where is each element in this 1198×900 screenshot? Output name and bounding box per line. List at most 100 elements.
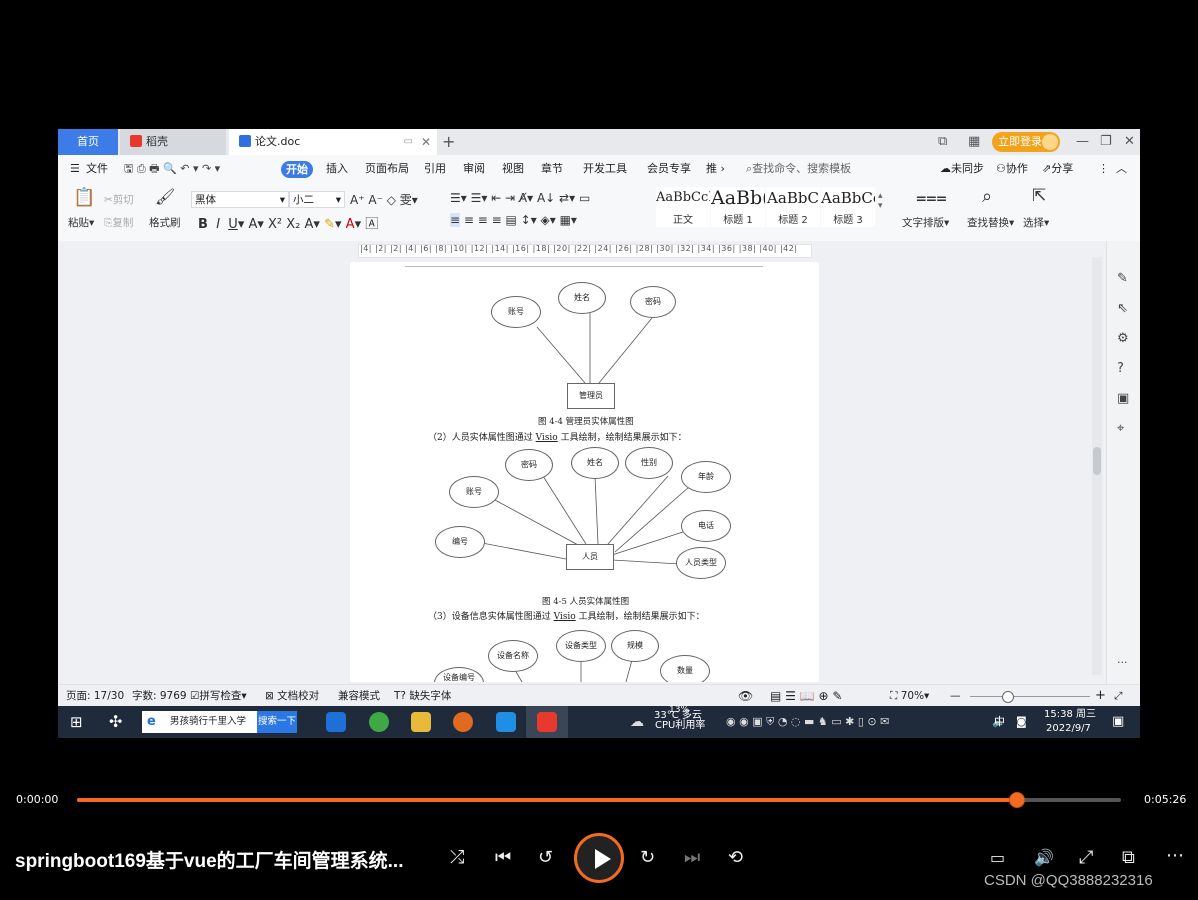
layout-icon[interactable]: ⧉ <box>938 129 947 155</box>
next-icon[interactable]: ⏭ <box>684 847 700 868</box>
close-window-icon[interactable]: ✕ <box>1124 129 1135 155</box>
taskbar-search[interactable]: e 男孩骑行千里入学 搜索一下 <box>142 711 297 733</box>
word-count[interactable]: 字数: 9769 <box>132 685 187 707</box>
zoom-slider[interactable] <box>970 696 1090 697</box>
zoom-out-icon[interactable]: — <box>950 685 961 707</box>
play-button[interactable] <box>574 833 624 883</box>
ie-browser-icon[interactable] <box>326 712 346 732</box>
style-heading-1[interactable]: AaBb( 标题 1 <box>711 187 765 227</box>
menu-chapter[interactable]: 章节 <box>541 155 563 183</box>
sync-status[interactable]: ☁未同步 <box>940 155 984 183</box>
menu-page-layout[interactable]: 页面布局 <box>365 155 409 183</box>
close-tab-icon[interactable]: ✕ <box>421 129 431 155</box>
repeat-off-icon[interactable]: ⟲ <box>728 847 743 868</box>
previous-icon[interactable]: ⏮ <box>495 847 511 868</box>
cursor-select-icon[interactable]: ⇱ <box>1032 186 1046 206</box>
clock-date[interactable]: 2022/9/7 <box>1046 713 1091 738</box>
tab-home[interactable]: 首页 <box>58 129 118 155</box>
paragraph-tools[interactable]: ≡ ≡ ≡ ≡ ▤ ↕▾ ◈▾ ▦▾ <box>450 213 577 227</box>
style-normal[interactable]: AaBbCcI 正文 <box>656 187 710 227</box>
more-dots-icon[interactable]: ··· <box>1117 656 1128 669</box>
rewind-10-icon[interactable]: ↺ <box>538 847 553 868</box>
more-icon[interactable]: ⋯ <box>1166 845 1184 866</box>
eye-icon[interactable]: 👁 <box>738 685 753 707</box>
text-layout-icon[interactable]: ⩶ <box>916 187 947 208</box>
font-size-select[interactable]: 小二 ▾ <box>289 191 345 208</box>
styles-scroll-icon[interactable]: ▴ ▾ <box>878 191 883 211</box>
paste-button[interactable]: 粘贴▾ <box>68 215 94 230</box>
scrollbar-thumb[interactable] <box>1093 447 1101 475</box>
pip-icon[interactable]: ⧉ <box>1122 847 1135 868</box>
zoom-slider-knob[interactable] <box>1002 691 1014 703</box>
vertical-scrollbar[interactable] <box>1092 257 1102 675</box>
wps-taskbar-button[interactable] <box>526 706 568 738</box>
document-page[interactable]: 账号 姓名 密码 管理员 图 4-4 管理员实体属性图 （2）人员实体属性图通过… <box>350 262 819 682</box>
apps-grid-icon[interactable]: ▦ <box>968 129 980 155</box>
collaborate-button[interactable]: ⚇协作 <box>996 155 1028 183</box>
select-button[interactable]: 选择▾ <box>1023 215 1049 230</box>
player-progress-bar[interactable] <box>77 798 1121 802</box>
location-icon[interactable]: ⌖ <box>1117 421 1124 436</box>
tab-daoke[interactable]: 稻壳 <box>120 129 226 155</box>
app-orange-icon[interactable] <box>453 712 473 732</box>
font-style-tools[interactable]: B I U▾ A▾ X² X₂ A▾ ✎▾ A▾ 🄰 <box>198 213 378 232</box>
zoom-in-icon[interactable]: + <box>1095 685 1106 707</box>
app-blue-icon[interactable] <box>496 712 516 732</box>
style-heading-2[interactable]: AaBbC 标题 2 <box>766 187 820 227</box>
more-options-icon[interactable]: ⋮ <box>1098 155 1109 183</box>
find-replace-icon[interactable]: ⌕ <box>982 186 992 207</box>
file-explorer-icon[interactable] <box>411 712 431 732</box>
menu-developer[interactable]: 开发工具 <box>583 155 627 183</box>
share-button[interactable]: ⇗分享 <box>1042 155 1073 183</box>
pointer-icon[interactable]: ⇖ <box>1117 301 1128 316</box>
quick-access-icons[interactable]: 🖫 ⎙ 🖶 🔍 ↶ ▾ ↷ ▾ <box>124 155 220 183</box>
menu-start[interactable]: 开始 <box>281 161 313 178</box>
format-painter-icon[interactable]: 🖌 <box>155 187 175 206</box>
adjust-icon[interactable]: ⚙ <box>1117 331 1129 346</box>
help-icon[interactable]: ? <box>1117 361 1124 376</box>
copy-button[interactable]: ⎘复制 <box>104 215 133 230</box>
menu-member[interactable]: 会员专享 <box>647 155 691 183</box>
zoom-level[interactable]: ⛶ 70%▾ <box>890 685 929 707</box>
shuffle-icon[interactable]: ⤮ <box>450 847 464 868</box>
pinwheel-icon[interactable]: ✣ <box>109 706 122 738</box>
doc-proofread[interactable]: ⊠ 文档校对 <box>265 685 319 707</box>
expand-icon[interactable]: ⤢ <box>1079 847 1093 868</box>
menu-insert[interactable]: 插入 <box>326 155 348 183</box>
style-heading-3[interactable]: AaBbCc 标题 3 <box>821 187 875 227</box>
cut-button[interactable]: ✂剪切 <box>104 192 134 207</box>
fullscreen-icon[interactable]: ⤢ <box>1114 685 1122 707</box>
notification-icon[interactable]: ▣ <box>1112 706 1124 738</box>
format-painter-button[interactable]: 格式刷 <box>149 215 181 230</box>
menu-more[interactable]: 推 › <box>706 155 725 183</box>
spell-check[interactable]: ☑拼写检查▾ <box>190 685 247 707</box>
windows-start-icon[interactable]: ⊞ <box>70 706 83 738</box>
tray-icons[interactable]: ◉ ◉ ▣ ⛨ ◔ ◌ ▬ ♞ ▭ ✱ ▯ ⊙ ✉ <box>726 706 889 738</box>
restore-icon[interactable]: ❐ <box>1100 129 1112 155</box>
missing-font[interactable]: T? 缺失字体 <box>394 685 451 707</box>
forward-30-icon[interactable]: ↻ <box>640 847 655 868</box>
browser-360-icon[interactable] <box>369 712 389 732</box>
hamburger-menu-icon[interactable]: ☰ <box>70 155 80 183</box>
taskbar-search-button[interactable]: 搜索一下 <box>257 711 297 733</box>
list-tools[interactable]: ☰▾ ☰▾ ⇤ ⇥ A̸▾ A↓ ⇄▾ ▭ <box>450 191 590 205</box>
paste-icon[interactable]: 📋 <box>73 187 95 208</box>
find-replace-button[interactable]: 查找替换▾ <box>967 215 1014 230</box>
player-progress-knob[interactable] <box>1008 792 1025 808</box>
pen-icon[interactable]: ✎ <box>1117 271 1128 286</box>
image-tool-icon[interactable]: ▣ <box>1117 391 1129 406</box>
ime-indicator[interactable]: 中 <box>994 706 1005 738</box>
pin-icon[interactable]: ▭ <box>404 129 413 155</box>
page-count[interactable]: 页面: 17/30 <box>66 685 124 707</box>
menu-references[interactable]: 引用 <box>424 155 446 183</box>
command-search[interactable]: ⌕查找命令、搜索模板 <box>746 155 851 183</box>
new-tab-button[interactable]: + <box>442 129 455 155</box>
subtitles-icon[interactable]: ▭ <box>990 848 1005 867</box>
tab-document[interactable]: 论文.doc ▭ ✕ <box>229 129 437 155</box>
minimize-icon[interactable]: — <box>1076 129 1089 155</box>
text-layout-button[interactable]: 文字排版▾ <box>902 215 949 230</box>
login-button[interactable]: 立即登录 <box>992 132 1060 152</box>
menu-view[interactable]: 视图 <box>502 155 524 183</box>
collapse-ribbon-icon[interactable]: ︿ <box>1116 155 1127 183</box>
font-size-tools[interactable]: A⁺ A⁻ ◇ 雯▾ <box>350 191 418 208</box>
